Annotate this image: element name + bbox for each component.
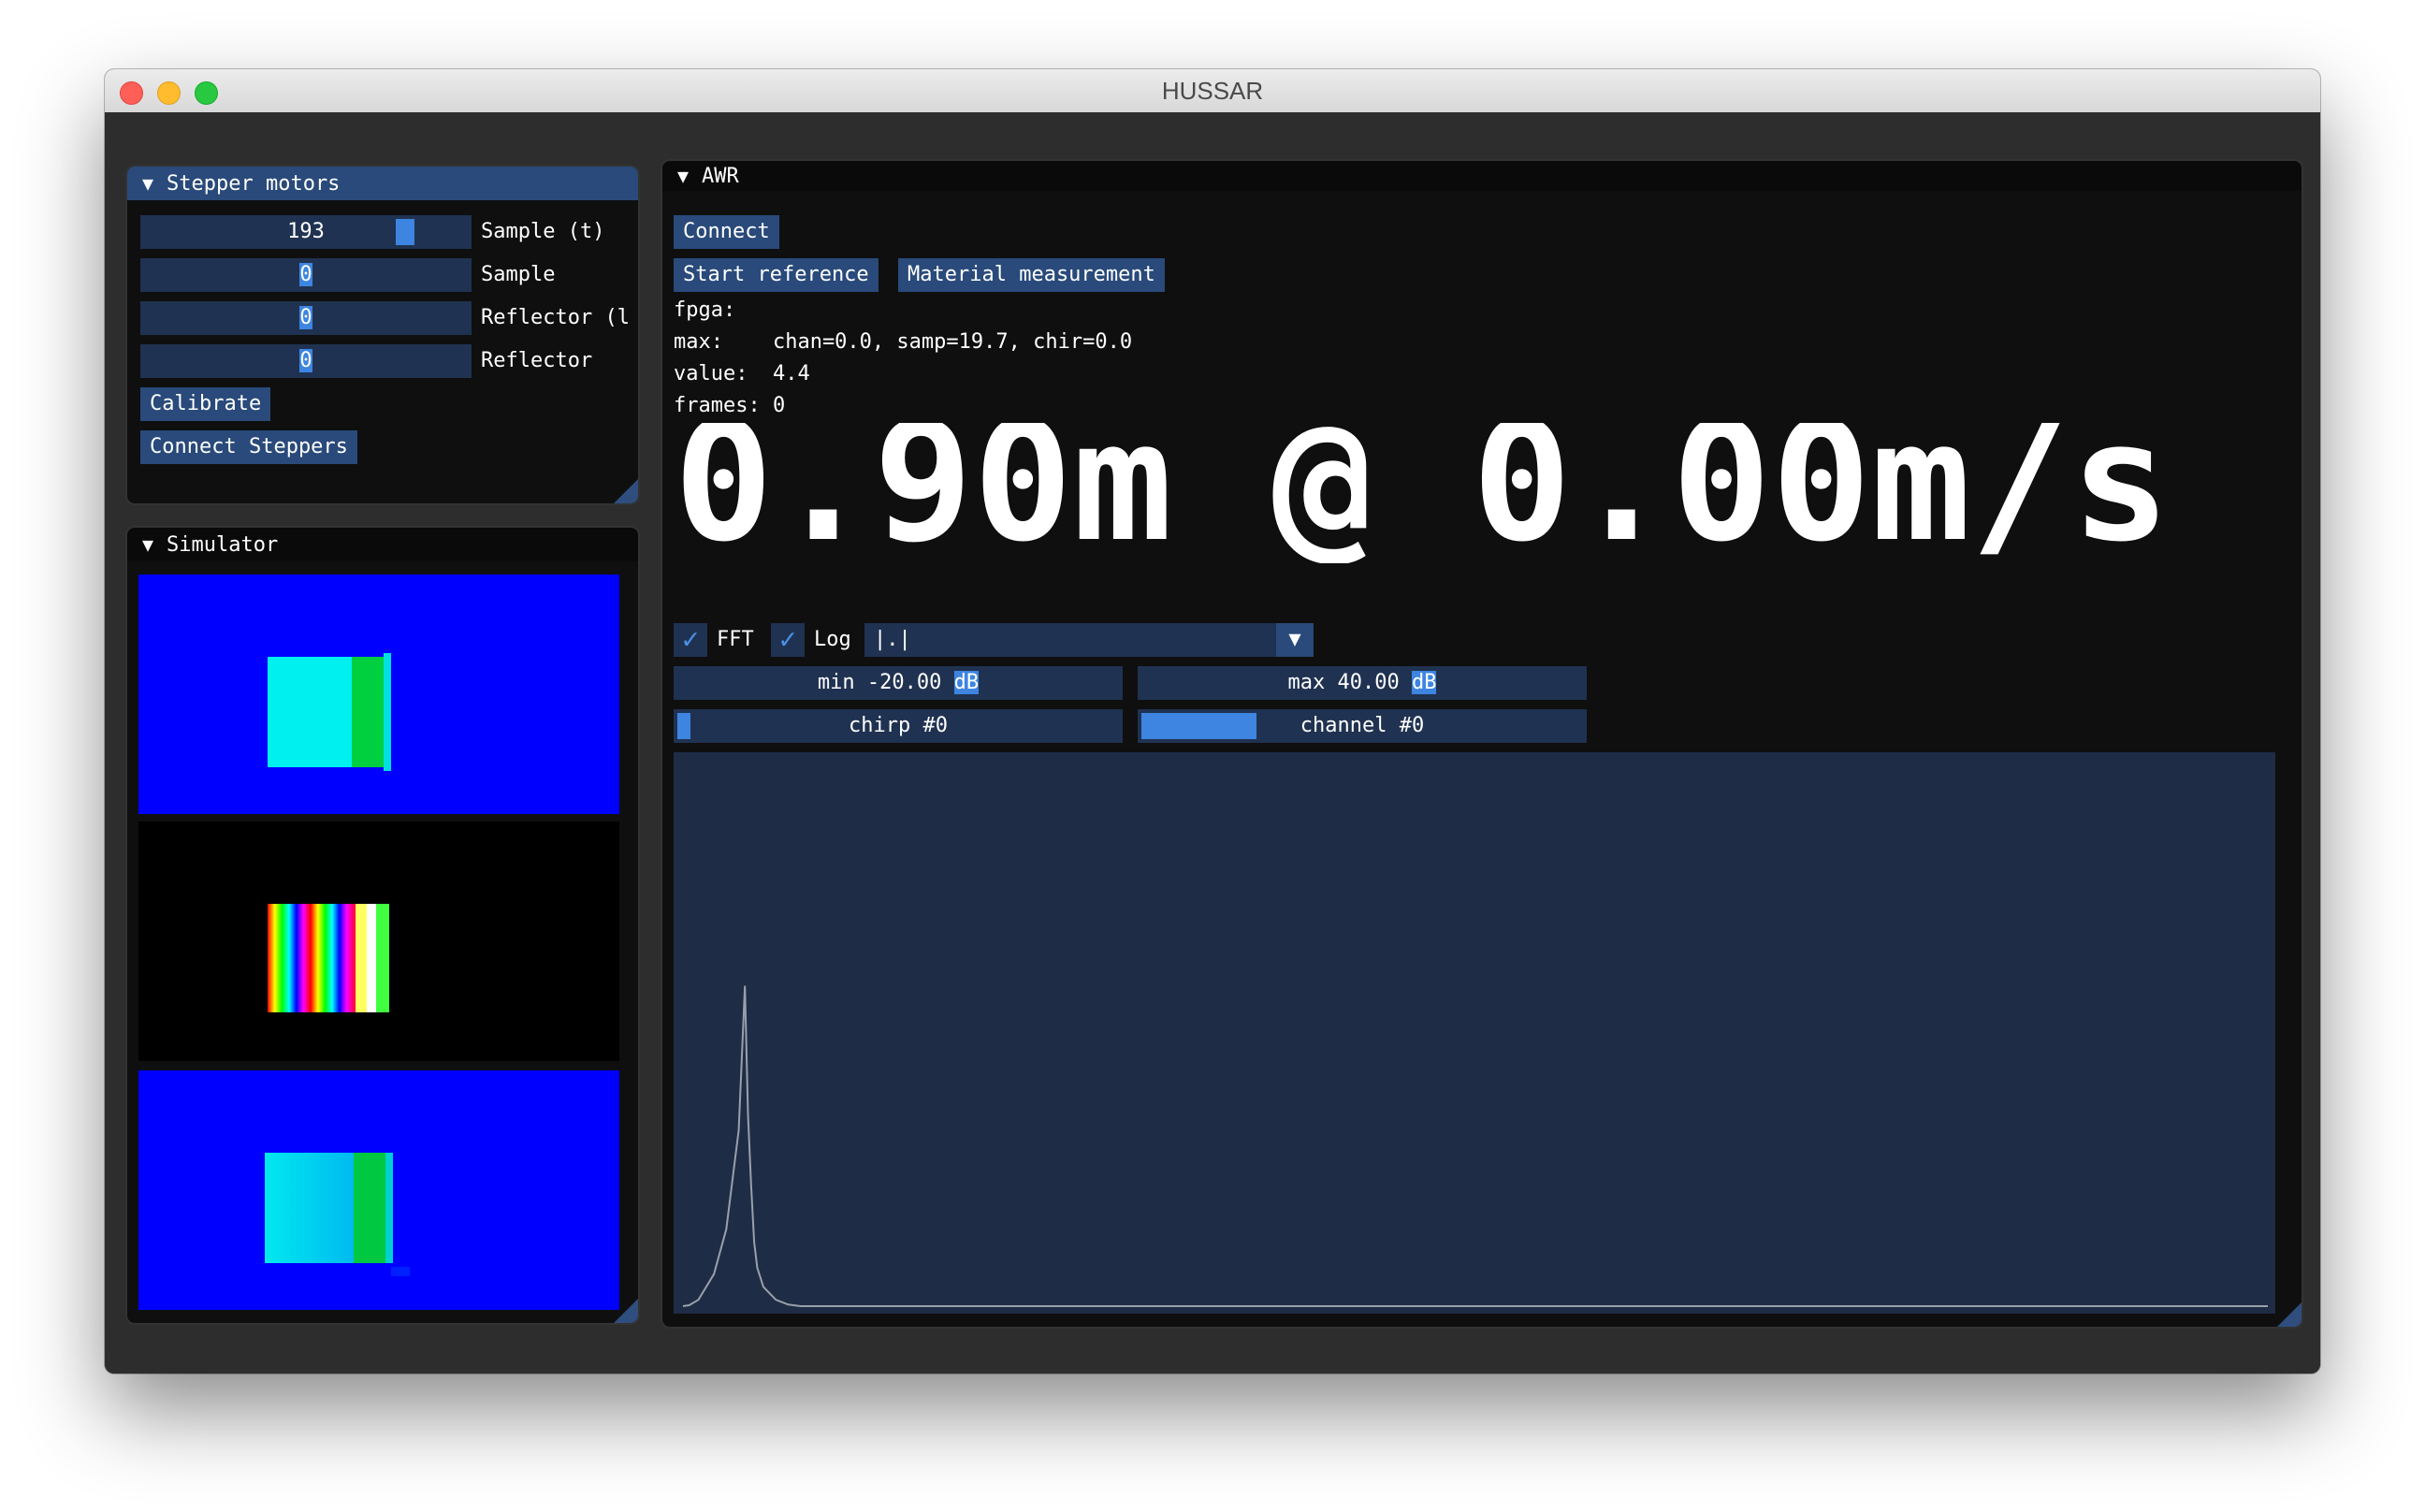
sample-label: Sample [481, 263, 556, 286]
simulator-field-image-2 [138, 1070, 619, 1310]
magnitude-mode-combo[interactable]: |.| ▼ [864, 623, 1314, 657]
sample-t-label: Sample (t) [481, 220, 605, 243]
slider-grab[interactable] [396, 219, 414, 245]
window-title: HUSSAR [1161, 77, 1264, 105]
slider-grab[interactable] [1141, 713, 1256, 739]
stepper-motors-header[interactable]: ▼ Stepper motors [127, 167, 638, 200]
calibrate-button[interactable]: Calibrate [140, 387, 271, 421]
slider-grab[interactable] [677, 713, 690, 739]
reflector-l-slider[interactable]: 0 [140, 301, 472, 335]
simulator-header[interactable]: ▼ Simulator [127, 528, 638, 561]
channel-value: channel #0 [1300, 714, 1425, 737]
collapse-arrow-icon[interactable]: ▼ [142, 528, 167, 561]
reflector-label: Reflector [481, 349, 593, 372]
fft-label: FFT [717, 628, 754, 651]
fft-plot[interactable] [674, 752, 2275, 1314]
readout-text: 0.90m @ 0.00m/s [674, 423, 2171, 563]
awr-title: AWR [702, 165, 739, 188]
resize-grip[interactable] [614, 1299, 638, 1323]
start-reference-button[interactable]: Start reference [674, 258, 879, 292]
reflector-slider[interactable]: 0 [140, 344, 472, 378]
collapse-arrow-icon[interactable]: ▼ [677, 161, 702, 191]
fpga-info: fpga: [674, 298, 736, 322]
reflector-l-label: Reflector (l [481, 306, 630, 329]
stepper-motors-title: Stepper motors [167, 172, 341, 196]
simulator-field-image-1 [138, 574, 619, 814]
reflector-value: 0 [299, 349, 312, 372]
chevron-down-icon[interactable]: ▼ [1276, 623, 1314, 657]
log-label: Log [814, 628, 851, 651]
simulator-title: Simulator [167, 533, 279, 557]
distance-velocity-readout: 0.90m @ 0.00m/s [674, 423, 2171, 563]
sample-t-value: 193 [287, 220, 325, 243]
resize-grip[interactable] [2277, 1302, 2302, 1327]
log-checkbox[interactable]: ✓ [771, 623, 805, 657]
channel-slider[interactable]: channel #0 [1138, 709, 1587, 743]
min-db-value: min -20.00 dB [817, 671, 980, 694]
sample-slider[interactable]: 0 [140, 258, 472, 292]
frames-info: frames: 0 [674, 394, 786, 417]
sample-value: 0 [299, 263, 312, 286]
fft-plot-svg [682, 985, 2268, 1307]
collapse-arrow-icon[interactable]: ▼ [142, 167, 167, 200]
max-db-value: max 40.00 dB [1287, 671, 1437, 694]
max-info: max: chan=0.0, samp=19.7, chir=0.0 [674, 330, 1133, 354]
max-db-slider[interactable]: max 40.00 dB [1138, 666, 1587, 700]
simulator-panel: ▼ Simulator [125, 526, 640, 1325]
reflector-l-value: 0 [299, 306, 312, 329]
resize-grip[interactable] [614, 479, 638, 503]
app-window: HUSSAR ▼ Stepper motors 193 Sample (t) 0 … [105, 69, 2320, 1374]
fft-series-line [682, 985, 2268, 1307]
awr-panel: ▼ AWR Connect Start reference Material me… [661, 159, 2303, 1329]
awr-header[interactable]: ▼ AWR [662, 161, 2302, 191]
min-db-slider[interactable]: min -20.00 dB [674, 666, 1123, 700]
simulator-phase-image [138, 821, 619, 1061]
connect-steppers-button[interactable]: Connect Steppers [140, 430, 357, 464]
fft-checkbox[interactable]: ✓ [674, 623, 707, 657]
connect-button[interactable]: Connect [674, 215, 779, 249]
app-content: ▼ Stepper motors 193 Sample (t) 0 Sample … [105, 112, 2320, 1374]
chirp-value: chirp #0 [849, 714, 948, 737]
stepper-motors-panel: ▼ Stepper motors 193 Sample (t) 0 Sample … [125, 165, 640, 505]
combo-value: |.| [874, 628, 911, 651]
title-bar: HUSSAR [105, 69, 2320, 113]
chirp-slider[interactable]: chirp #0 [674, 709, 1123, 743]
sample-t-slider[interactable]: 193 [140, 215, 472, 249]
material-measurement-button[interactable]: Material measurement [898, 258, 1165, 292]
value-info: value: 4.4 [674, 362, 810, 385]
